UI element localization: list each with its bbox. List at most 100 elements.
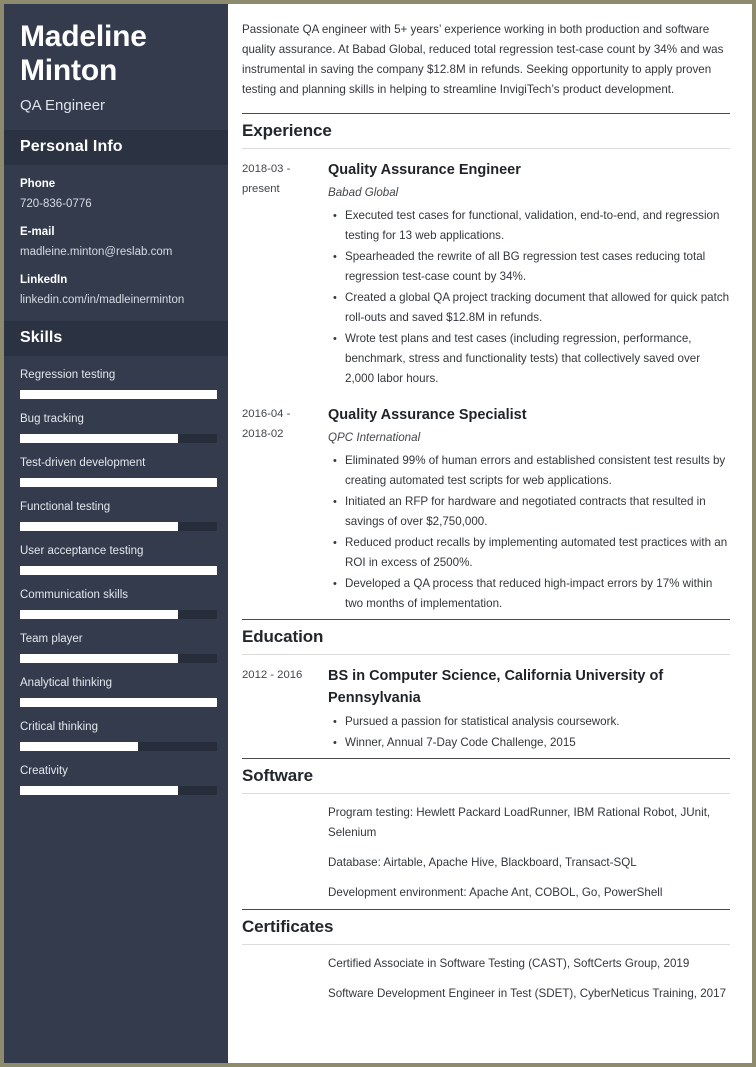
skill-label: Bug tracking — [20, 413, 84, 425]
skill-label: Analytical thinking — [20, 677, 113, 689]
list-item: Analytical thinking — [20, 676, 217, 707]
sidebar: Madeline Minton QA Engineer Personal Inf… — [4, 4, 228, 1063]
phone-value[interactable]: 720-836-0776 — [20, 196, 212, 212]
job-title: QA Engineer — [20, 97, 106, 114]
info-label: LinkedIn — [20, 274, 68, 286]
skill-bar-track — [20, 522, 217, 531]
bullet-item: Pursued a passion for statistical analys… — [333, 712, 730, 732]
skill-bar-fill — [20, 610, 178, 619]
bullet-item: Created a global QA project tracking doc… — [333, 288, 730, 328]
skill-label: Critical thinking — [20, 721, 98, 733]
entry-organization: Babad Global — [328, 186, 399, 199]
bullet-item: Eliminated 99% of human errors and estab… — [333, 451, 730, 491]
skill-bar-fill — [20, 786, 178, 795]
section-software: Software Program testing: Hewlett Packar… — [242, 758, 730, 909]
resume-page: Madeline Minton QA Engineer Personal Inf… — [0, 0, 756, 1067]
skill-bar-fill — [20, 478, 217, 487]
skill-label: Creativity — [20, 765, 68, 777]
skill-label: Communication skills — [20, 589, 129, 601]
list-item: Team player — [20, 632, 217, 663]
list-item: Creativity — [20, 764, 217, 795]
skill-bar-track — [20, 434, 217, 443]
certificate-line: Software Development Engineer in Test (S… — [328, 987, 727, 1000]
skill-label: Test-driven development — [20, 457, 146, 469]
skill-bar-fill — [20, 390, 217, 399]
bullet-item: Winner, Annual 7-Day Code Challenge, 201… — [333, 733, 730, 753]
summary-paragraph: Passionate QA engineer with 5+ years’ ex… — [242, 23, 724, 96]
entry-body: BS in Computer Science, California Unive… — [328, 665, 730, 754]
list-item: Functional testing — [20, 500, 217, 531]
experience-entry: 2016-04 - 2018-02 Quality Assurance Spec… — [242, 394, 730, 619]
bullet-item: Reduced product recalls by implementing … — [333, 533, 730, 573]
list-item: Phone 720-836-0776 — [20, 177, 212, 212]
info-label: E-mail — [20, 226, 55, 238]
skill-bar-track — [20, 478, 217, 487]
list-item: Communication skills — [20, 588, 217, 619]
section-heading-certificates: Certificates — [242, 910, 730, 945]
section-heading-software: Software — [242, 759, 730, 794]
entry-bullets: Executed test cases for functional, vali… — [328, 206, 730, 389]
skill-bar-fill — [20, 698, 217, 707]
software-line: Database: Airtable, Apache Hive, Blackbo… — [328, 856, 637, 869]
skill-bar-track — [20, 610, 217, 619]
email-value[interactable]: madleine.minton@reslab.com — [20, 244, 212, 260]
name-block: Madeline Minton QA Engineer — [4, 4, 228, 130]
section-education: Education 2012 - 2016 BS in Computer Sci… — [242, 619, 730, 758]
skill-bar-track — [20, 390, 217, 399]
skill-bar-fill — [20, 522, 178, 531]
skill-label: User acceptance testing — [20, 545, 144, 557]
skill-bar-fill — [20, 742, 139, 751]
bullet-item: Spearheaded the rewrite of all BG regres… — [333, 247, 730, 287]
entry-bullets: Eliminated 99% of human errors and estab… — [328, 451, 730, 614]
list-item: User acceptance testing — [20, 544, 217, 575]
bullet-item: Executed test cases for functional, vali… — [333, 206, 730, 246]
skills-list: Regression testing Bug tracking Test-dri… — [4, 356, 228, 795]
entry-organization: QPC International — [328, 431, 421, 444]
list-item: Critical thinking — [20, 720, 217, 751]
bullet-item: Initiated an RFP for hardware and negoti… — [333, 492, 730, 532]
skill-bar-track — [20, 698, 217, 707]
education-entry: 2012 - 2016 BS in Computer Science, Cali… — [242, 655, 730, 758]
entry-bullets: Pursued a passion for statistical analys… — [328, 712, 730, 753]
entry-degree: BS in Computer Science, California Unive… — [328, 668, 664, 706]
page-title: Madeline Minton — [20, 20, 147, 87]
linkedin-value[interactable]: linkedin.com/in/madleinerminton — [20, 292, 212, 308]
skill-bar-fill — [20, 654, 178, 663]
bullet-item: Developed a QA process that reduced high… — [333, 574, 730, 614]
list-item: Regression testing — [20, 368, 217, 399]
section-heading-education: Education — [242, 620, 730, 655]
entry-date: 2012 - 2016 — [242, 669, 303, 681]
entry-role: Quality Assurance Engineer — [328, 162, 521, 178]
certificate-line: Certified Associate in Software Testing … — [328, 957, 690, 970]
certificate-lines: Certified Associate in Software Testing … — [328, 954, 730, 1006]
info-label: Phone — [20, 178, 56, 190]
software-entry: Program testing: Hewlett Packard LoadRun… — [242, 794, 730, 909]
certificates-entry: Certified Associate in Software Testing … — [242, 945, 730, 1010]
entry-body: Quality Assurance Engineer Babad Global … — [328, 159, 730, 390]
skill-label: Regression testing — [20, 369, 116, 381]
entry-date: 2018-03 - present — [242, 163, 291, 195]
section-heading-experience: Experience — [242, 114, 730, 149]
entry-role: Quality Assurance Specialist — [328, 407, 527, 423]
software-line: Program testing: Hewlett Packard LoadRun… — [328, 806, 711, 839]
entry-date: 2016-04 - 2018-02 — [242, 408, 291, 440]
list-item: LinkedIn linkedin.com/in/madleinerminton — [20, 273, 212, 308]
skill-bar-track — [20, 742, 217, 751]
skill-label: Functional testing — [20, 501, 111, 513]
list-item: Test-driven development — [20, 456, 217, 487]
skill-bar-fill — [20, 566, 217, 575]
entry-body: Quality Assurance Specialist QPC Interna… — [328, 404, 730, 615]
personal-info-heading: Personal Info — [4, 130, 228, 165]
section-experience: Experience 2018-03 - present Quality Ass… — [242, 113, 730, 619]
software-line: Development environment: Apache Ant, COB… — [328, 886, 663, 899]
main-content: Passionate QA engineer with 5+ years’ ex… — [228, 4, 752, 1063]
skill-bar-track — [20, 566, 217, 575]
skill-bar-track — [20, 654, 217, 663]
experience-entry: 2018-03 - present Quality Assurance Engi… — [242, 149, 730, 394]
list-item: E-mail madleine.minton@reslab.com — [20, 225, 212, 260]
bullet-item: Wrote test plans and test cases (includi… — [333, 329, 730, 389]
personal-info-list: Phone 720-836-0776 E-mail madleine.minto… — [4, 165, 228, 308]
skill-bar-track — [20, 786, 217, 795]
skill-bar-fill — [20, 434, 178, 443]
skill-label: Team player — [20, 633, 83, 645]
